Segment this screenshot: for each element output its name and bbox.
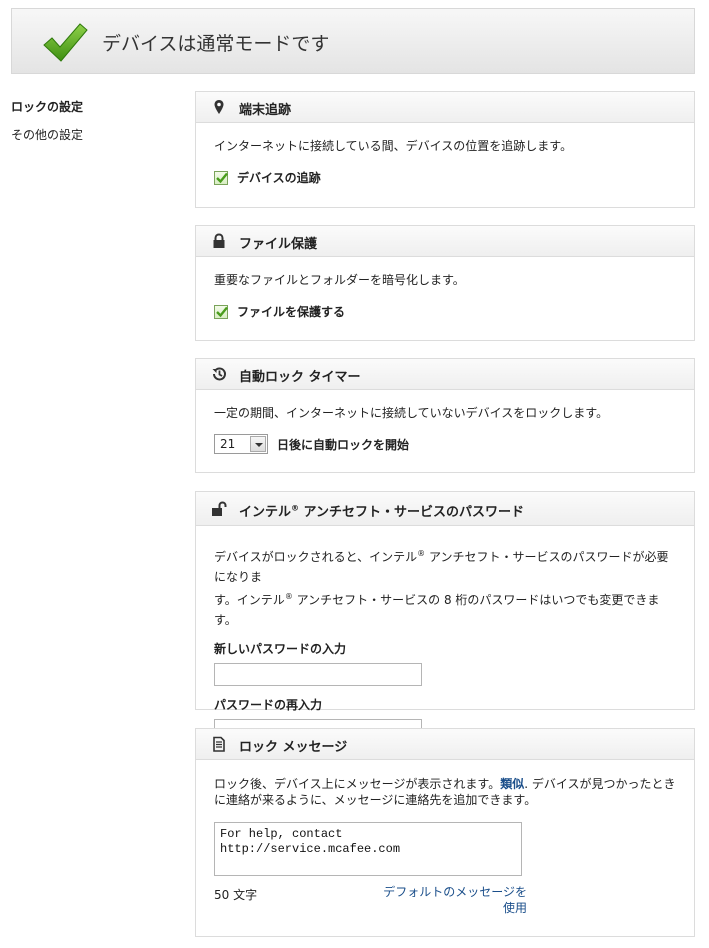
checkmark-icon — [43, 23, 88, 62]
lock-message-panel: ロック メッセージ ロック後、デバイス上にメッセージが表示されます。類似. デバ… — [195, 728, 695, 937]
password-panel: インテル® アンチセフト・サービスのパスワード デバイスがロックされると、インテ… — [195, 491, 695, 742]
check-icon — [216, 306, 228, 317]
registered-mark: ® — [291, 503, 300, 513]
panel-title: インテル® アンチセフト・サービスのパスワード — [239, 501, 524, 520]
panel-header: ロック メッセージ — [196, 729, 694, 760]
new-password-label: 新しいパスワードの入力 — [214, 642, 347, 656]
panel-description: 一定の期間、インターネットに接続していないデバイスをロックします。 — [214, 406, 609, 420]
unlock-icon — [212, 501, 227, 516]
history-clock-icon — [212, 367, 226, 381]
panel-description: 重要なファイルとフォルダーを暗号化します。 — [214, 273, 465, 287]
registered-mark: ® — [417, 549, 426, 558]
panel-title: ロック メッセージ — [239, 740, 348, 755]
status-title: デバイスは通常モードです — [102, 33, 330, 55]
status-banner: デバイスは通常モードです — [11, 8, 695, 74]
lock-icon — [213, 233, 225, 248]
lock-days-label: 日後に自動ロックを開始 — [277, 437, 410, 452]
panel-header: 自動ロック タイマー — [196, 359, 694, 390]
tracking-panel: 端末追跡 インターネットに接続している間、デバイスの位置を追跡します。 デバイス… — [195, 91, 695, 208]
tracking-checkbox-label[interactable]: デバイスの追跡 — [237, 169, 321, 186]
lock-message-textarea[interactable]: For help, contact http://service.mcafee.… — [214, 822, 522, 876]
nav-item-other-settings[interactable]: その他の設定 — [11, 127, 181, 155]
document-icon — [213, 736, 225, 752]
title-text: アンチセフト・サービスのパスワード — [299, 505, 525, 520]
panel-description: ロック後、デバイス上にメッセージが表示されます。類似. デバイスが見つかったとき… — [214, 776, 676, 808]
char-count: 50 文字 — [214, 888, 258, 902]
panel-description: インターネットに接続している間、デバイスの位置を追跡します。 — [214, 139, 573, 153]
registered-mark: ® — [284, 592, 293, 601]
new-password-input[interactable] — [214, 663, 422, 686]
auto-lock-panel: 自動ロック タイマー 一定の期間、インターネットに接続していないデバイスをロック… — [195, 358, 695, 473]
tracking-checkbox[interactable] — [214, 170, 228, 185]
location-pin-icon — [214, 100, 224, 114]
lock-days-value: 21 — [220, 437, 236, 451]
title-text: インテル — [239, 505, 292, 520]
panel-title: ファイル保護 — [239, 237, 318, 252]
chevron-down-icon[interactable] — [250, 436, 266, 452]
desc-text: す。インテル — [214, 593, 285, 607]
file-protection-checkbox[interactable] — [214, 304, 228, 319]
lock-days-select[interactable]: 21 — [214, 434, 268, 454]
confirm-password-label: パスワードの再入力 — [214, 698, 323, 712]
desc-text: デバイスがロックされると、インテル — [214, 550, 418, 564]
check-icon — [216, 172, 228, 183]
panel-header: 端末追跡 — [196, 92, 694, 123]
file-protection-checkbox-label[interactable]: ファイルを保護する — [237, 303, 345, 320]
desc-text: ロック後、デバイス上にメッセージが表示されます。 — [214, 777, 501, 791]
panel-header: ファイル保護 — [196, 226, 694, 257]
use-default-message-link[interactable]: デフォルトのメッセージを使用 — [382, 884, 527, 916]
nav-item-lock-settings[interactable]: ロックの設定 — [11, 99, 181, 127]
panel-title: 自動ロック タイマー — [239, 370, 361, 385]
similar-link[interactable]: 類似 — [500, 777, 524, 791]
settings-nav: ロックの設定 その他の設定 — [11, 99, 181, 155]
panel-title: 端末追跡 — [239, 103, 292, 118]
panel-description: デバイスがロックされると、インテル® アンチセフト・サービスのパスワードが必要に… — [214, 544, 676, 630]
panel-header: インテル® アンチセフト・サービスのパスワード — [196, 492, 694, 526]
file-protection-panel: ファイル保護 重要なファイルとフォルダーを暗号化します。 ファイルを保護する — [195, 225, 695, 341]
